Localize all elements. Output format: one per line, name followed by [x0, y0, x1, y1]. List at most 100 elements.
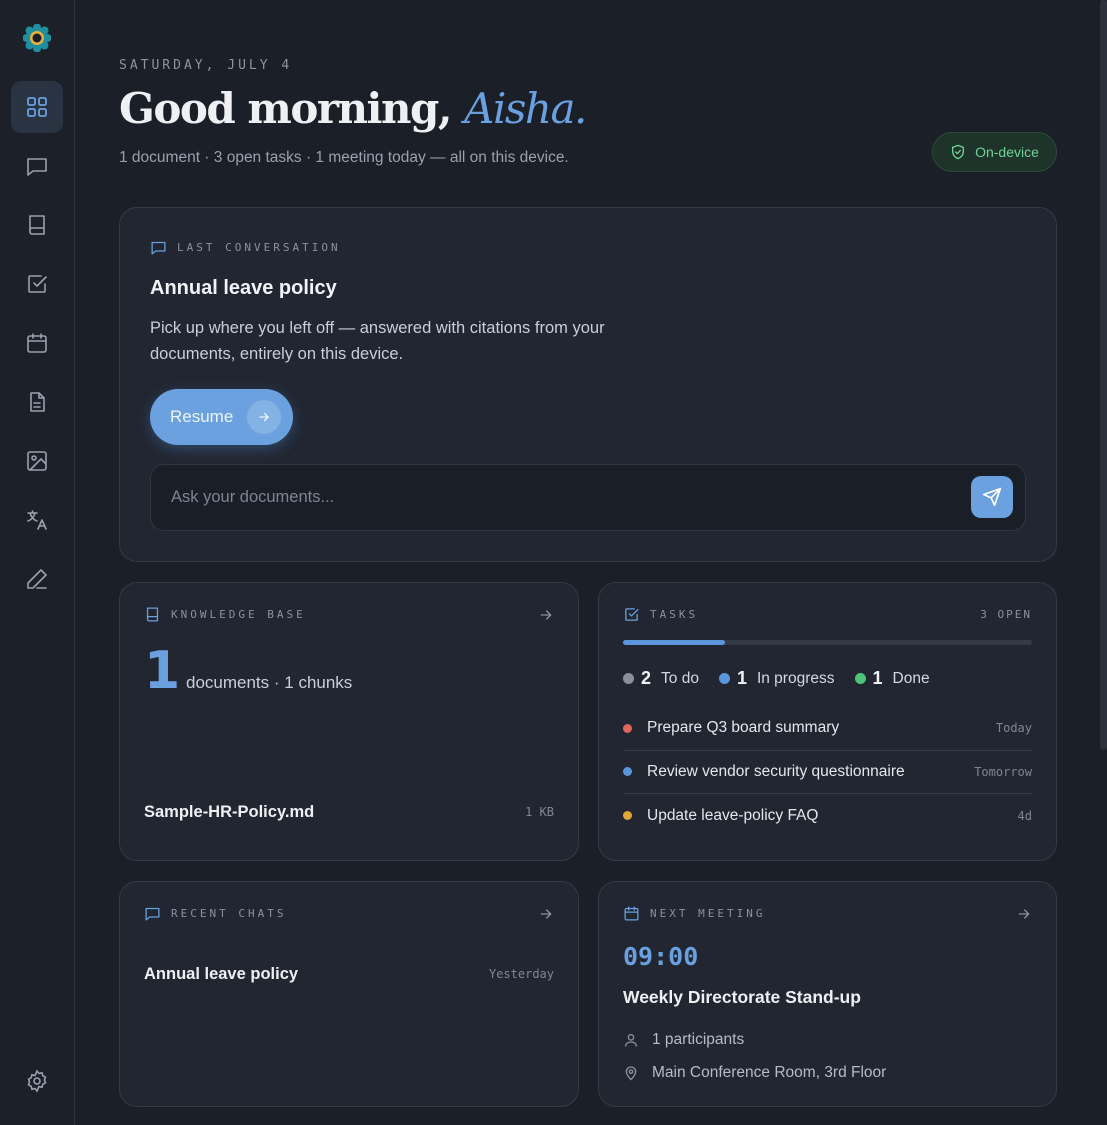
greeting-text: Good morning, — [119, 84, 452, 133]
book-icon — [146, 607, 159, 622]
recent-chats-eyebrow: RECENT CHATS — [144, 905, 286, 922]
chat-icon — [151, 241, 166, 255]
status-dot — [854, 673, 866, 684]
task-row[interactable]: Prepare Q3 board summary Today — [623, 707, 1032, 751]
arrow-right-icon[interactable] — [538, 607, 554, 623]
location-pin-icon — [625, 1066, 637, 1081]
user-name: Aisha. — [464, 84, 587, 133]
document-count: 1 — [144, 641, 181, 701]
task-title: Update leave-policy FAQ — [647, 806, 819, 824]
resume-button[interactable]: Resume — [150, 389, 293, 445]
task-due: 4d — [1017, 808, 1032, 823]
sidebar-item-translate[interactable] — [11, 494, 63, 546]
next-meeting-eyebrow: NEXT MEETING — [623, 905, 765, 922]
task-progress-bar — [623, 640, 1032, 645]
last-conversation-card: LAST CONVERSATION Annual leave policy Pi… — [119, 207, 1057, 562]
status-dot — [718, 673, 730, 684]
status-dot — [623, 673, 634, 684]
pen-icon — [27, 569, 47, 589]
status-label: To do — [661, 669, 699, 687]
eyebrow-label: KNOWLEDGE BASE — [171, 608, 306, 621]
flower-logo-icon[interactable] — [23, 24, 51, 52]
conversation-title: Annual leave policy — [150, 277, 337, 299]
send-icon — [982, 487, 1002, 507]
gear-icon — [27, 1069, 47, 1093]
recent-chats-card: RECENT CHATS Annual leave policy Yesterd… — [119, 881, 579, 1107]
eyebrow-label: TASKS — [650, 608, 699, 621]
sidebar-item-tasks[interactable] — [11, 258, 63, 310]
date-line: SATURDAY, JULY 4 — [119, 58, 293, 73]
settings-button[interactable] — [11, 1055, 63, 1107]
file-size: 1 KB — [525, 805, 554, 819]
priority-dot — [623, 767, 632, 777]
chat-title[interactable]: Annual leave policy — [144, 965, 298, 984]
task-row[interactable]: Review vendor security questionnaire Tomo… — [623, 751, 1032, 794]
badge-label: On-device — [975, 144, 1039, 160]
meeting-time: 09:00 — [623, 942, 699, 971]
book-icon — [29, 215, 45, 235]
participants-label: 1 participants — [652, 1031, 745, 1048]
last-conversation-eyebrow: LAST CONVERSATION — [150, 239, 341, 256]
knowledge-base-card[interactable]: KNOWLEDGE BASE 1 documents · 1 chunks Sa… — [119, 582, 579, 861]
calendar-icon — [624, 906, 639, 921]
status-label: In progress — [756, 669, 835, 687]
chat-icon — [145, 907, 160, 921]
ask-documents-input[interactable] — [171, 465, 951, 530]
send-button[interactable] — [971, 476, 1013, 518]
status-count: 1 — [736, 668, 747, 688]
task-title: Prepare Q3 board summary — [647, 719, 840, 737]
meeting-location: Main Conference Room, 3rd Floor — [623, 1064, 886, 1082]
sidebar-item-write[interactable] — [11, 553, 63, 605]
conversation-description: Pick up where you left off — answered wi… — [150, 319, 605, 363]
checkbox-icon — [625, 608, 639, 621]
resume-label: Resume — [170, 407, 234, 426]
task-title: Review vendor security questionnaire — [647, 762, 905, 780]
sidebar — [0, 0, 75, 1125]
sidebar-item-images[interactable] — [11, 435, 63, 487]
status-count: 2 — [641, 668, 652, 688]
calendar-icon — [27, 333, 47, 353]
task-row[interactable]: Update leave-policy FAQ 4d — [623, 794, 1032, 838]
task-progress-fill — [623, 640, 726, 645]
status-label: Done — [892, 669, 930, 687]
arrow-right-icon[interactable] — [1016, 906, 1032, 922]
meeting-title[interactable]: Weekly Directorate Stand-up — [623, 987, 861, 1008]
chat-icon — [27, 158, 47, 176]
eyebrow-label: NEXT MEETING — [650, 907, 766, 920]
tasks-card: TASKS 3 OPEN 2 To do 1 In progress 1 Done Pre… — [598, 582, 1057, 861]
file-name[interactable]: Sample-HR-Policy.md — [144, 803, 314, 822]
checkbox-icon — [28, 275, 47, 293]
tasks-eyebrow: TASKS — [623, 606, 698, 623]
page-scrollbar[interactable] — [1100, 0, 1107, 750]
location-label: Main Conference Room, 3rd Floor — [652, 1064, 887, 1081]
sidebar-item-dashboard[interactable] — [11, 81, 63, 133]
task-list: Prepare Q3 board summary Today Review vend… — [623, 707, 1032, 838]
translate-icon — [27, 510, 47, 530]
priority-dot — [623, 723, 632, 733]
meeting-participants: 1 participants — [623, 1031, 744, 1049]
ask-documents-box — [150, 464, 1026, 531]
sidebar-item-chat[interactable] — [11, 140, 63, 192]
open-task-count: 3 OPEN — [980, 608, 1032, 621]
task-status: 2 To do — [623, 668, 699, 689]
task-status: 1 In progress — [718, 668, 835, 689]
arrow-right-icon — [247, 400, 282, 434]
task-due: Today — [995, 721, 1032, 736]
grid-icon — [27, 97, 47, 117]
task-status: 1 Done — [854, 668, 930, 689]
sidebar-item-calendar[interactable] — [11, 317, 63, 369]
task-status-summary: 2 To do 1 In progress 1 Done — [623, 668, 930, 689]
person-icon — [625, 1034, 637, 1047]
task-due: Tomorrow — [974, 764, 1032, 779]
image-icon — [27, 451, 47, 471]
knowledge-base-eyebrow: KNOWLEDGE BASE — [144, 606, 306, 623]
sidebar-item-documents[interactable] — [11, 376, 63, 428]
document-icon — [30, 392, 45, 412]
document-count-label: documents · 1 chunks — [186, 673, 353, 692]
arrow-right-icon[interactable] — [538, 906, 554, 922]
chat-time: Yesterday — [488, 967, 554, 981]
page-title: Good morning, Aisha. — [119, 84, 587, 133]
eyebrow-label: RECENT CHATS — [171, 907, 287, 920]
priority-dot — [623, 811, 632, 821]
sidebar-item-knowledge-base[interactable] — [11, 199, 63, 251]
